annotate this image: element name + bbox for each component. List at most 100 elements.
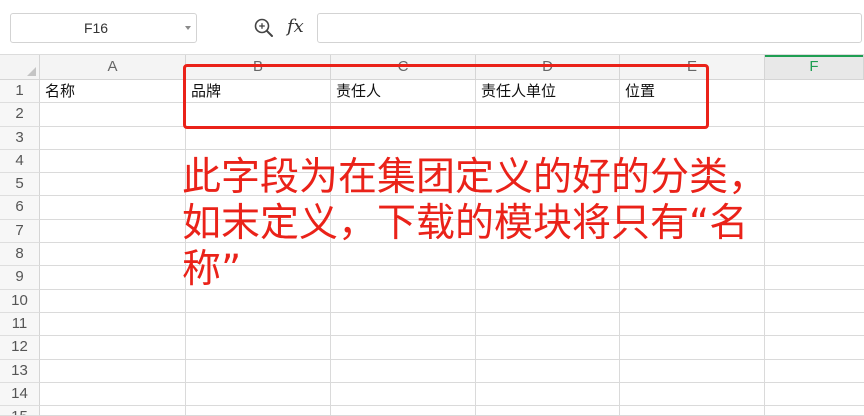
column-header-F[interactable]: F [765, 55, 864, 80]
cell-E12[interactable] [620, 336, 765, 360]
cell-B5[interactable] [186, 173, 331, 197]
row-header-12[interactable]: 12 [0, 336, 40, 360]
cell-B6[interactable] [186, 196, 331, 220]
cell-E11[interactable] [620, 312, 765, 337]
magnifier-icon[interactable] [253, 17, 274, 38]
column-header-E[interactable]: E [620, 55, 765, 80]
cell-A3[interactable] [40, 126, 186, 150]
cell-F4[interactable] [765, 150, 864, 174]
cell-F15[interactable] [765, 406, 864, 416]
cell-B9[interactable] [186, 266, 331, 290]
cell-E5[interactable] [620, 173, 765, 197]
cell-D7[interactable] [476, 219, 620, 244]
row-header-10[interactable]: 10 [0, 289, 40, 313]
cell-F13[interactable] [765, 360, 864, 383]
cell-C12[interactable] [331, 336, 476, 360]
cell-D11[interactable] [476, 312, 620, 337]
row-header-9[interactable]: 9 [0, 266, 40, 290]
cell-C9[interactable] [331, 266, 476, 290]
cell-A5[interactable] [40, 173, 186, 197]
cell-B3[interactable] [186, 126, 331, 150]
cell-F1[interactable] [765, 80, 864, 104]
row-header-6[interactable]: 6 [0, 196, 40, 220]
select-all-corner[interactable] [0, 55, 40, 80]
row-header-2[interactable]: 2 [0, 103, 40, 127]
cell-C8[interactable] [331, 243, 476, 267]
cell-F9[interactable] [765, 266, 864, 290]
cell-C15[interactable] [331, 406, 476, 416]
row-header-13[interactable]: 13 [0, 359, 40, 383]
fx-icon[interactable]: fx [287, 13, 304, 41]
cell-F8[interactable] [765, 243, 864, 267]
row-header-8[interactable]: 8 [0, 243, 40, 267]
cell-E9[interactable] [620, 266, 765, 290]
cell-D6[interactable] [476, 196, 620, 220]
cell-C3[interactable] [331, 126, 476, 150]
cell-E7[interactable] [620, 219, 765, 244]
cell-A11[interactable] [40, 312, 186, 337]
cell-E14[interactable] [620, 382, 765, 407]
cell-B14[interactable] [186, 382, 331, 407]
cell-F6[interactable] [765, 196, 864, 220]
cell-F10[interactable] [765, 290, 864, 313]
cell-B12[interactable] [186, 336, 331, 360]
cell-D14[interactable] [476, 382, 620, 407]
column-header-C[interactable]: C [331, 55, 476, 80]
cell-D9[interactable] [476, 266, 620, 290]
cell-E2[interactable] [620, 103, 765, 127]
cell-D1[interactable]: 责任人单位 [476, 80, 620, 104]
cell-C5[interactable] [331, 173, 476, 197]
cell-A13[interactable] [40, 359, 186, 383]
cell-B8[interactable] [186, 243, 331, 267]
cell-D2[interactable] [476, 103, 620, 127]
cell-F12[interactable] [765, 336, 864, 360]
cell-B4[interactable] [186, 149, 331, 174]
cell-A12[interactable] [40, 336, 186, 360]
cell-E4[interactable] [620, 149, 765, 174]
cell-B1[interactable]: 品牌 [186, 80, 331, 104]
cell-F7[interactable] [765, 220, 864, 244]
cell-F14[interactable] [765, 383, 864, 407]
cell-E1[interactable]: 位置 [620, 80, 765, 104]
row-header-4[interactable]: 4 [0, 149, 40, 174]
cell-A4[interactable] [40, 149, 186, 174]
cell-B2[interactable] [186, 103, 331, 127]
cell-D4[interactable] [476, 149, 620, 174]
cell-A10[interactable] [40, 289, 186, 313]
cell-D3[interactable] [476, 126, 620, 150]
row-header-7[interactable]: 7 [0, 219, 40, 244]
cell-A6[interactable] [40, 196, 186, 220]
column-header-A[interactable]: A [40, 55, 186, 80]
cell-B13[interactable] [186, 359, 331, 383]
cell-F3[interactable] [765, 127, 864, 150]
chevron-down-icon[interactable] [185, 26, 191, 30]
cell-B7[interactable] [186, 219, 331, 244]
row-header-11[interactable]: 11 [0, 312, 40, 337]
cell-E15[interactable] [620, 406, 765, 416]
cell-F2[interactable] [765, 103, 864, 127]
cell-C10[interactable] [331, 289, 476, 313]
column-header-B[interactable]: B [186, 55, 331, 80]
cell-F5[interactable] [765, 173, 864, 197]
cell-D10[interactable] [476, 289, 620, 313]
row-header-3[interactable]: 3 [0, 126, 40, 150]
cell-A7[interactable] [40, 219, 186, 244]
cell-B10[interactable] [186, 289, 331, 313]
column-header-D[interactable]: D [476, 55, 620, 80]
cell-E6[interactable] [620, 196, 765, 220]
cell-D12[interactable] [476, 336, 620, 360]
cell-A1[interactable]: 名称 [40, 80, 186, 104]
cell-C4[interactable] [331, 149, 476, 174]
cell-D13[interactable] [476, 359, 620, 383]
cell-A15[interactable] [40, 406, 186, 416]
cell-E3[interactable] [620, 126, 765, 150]
cell-C11[interactable] [331, 312, 476, 337]
cell-F11[interactable] [765, 313, 864, 337]
cell-A2[interactable] [40, 103, 186, 127]
cell-E8[interactable] [620, 243, 765, 267]
cell-D8[interactable] [476, 243, 620, 267]
cell-B15[interactable] [186, 406, 331, 416]
cell-E10[interactable] [620, 289, 765, 313]
cell-C13[interactable] [331, 359, 476, 383]
cell-C6[interactable] [331, 196, 476, 220]
